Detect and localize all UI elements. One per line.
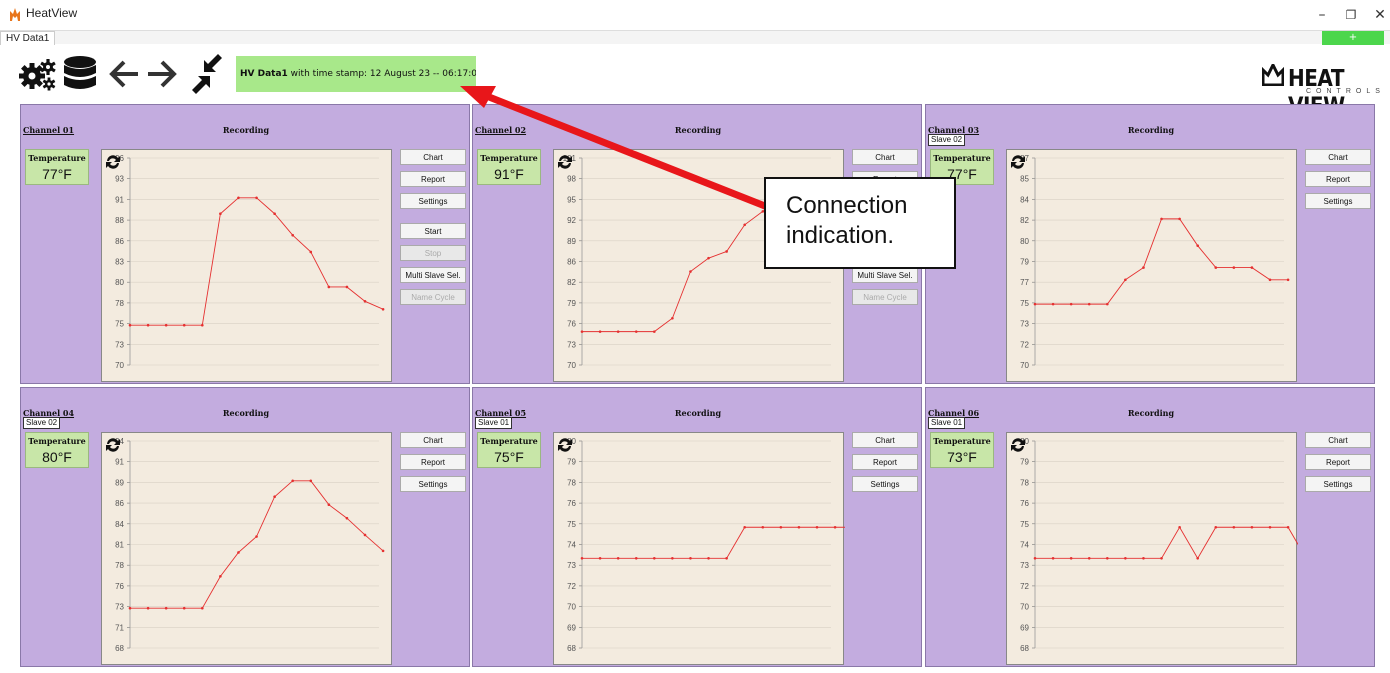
callout-line1: Connection bbox=[786, 192, 908, 219]
callout-line2: indication. bbox=[786, 222, 895, 249]
annotation-callout: Connection indication. bbox=[764, 177, 956, 269]
callout-arrow bbox=[460, 86, 782, 216]
